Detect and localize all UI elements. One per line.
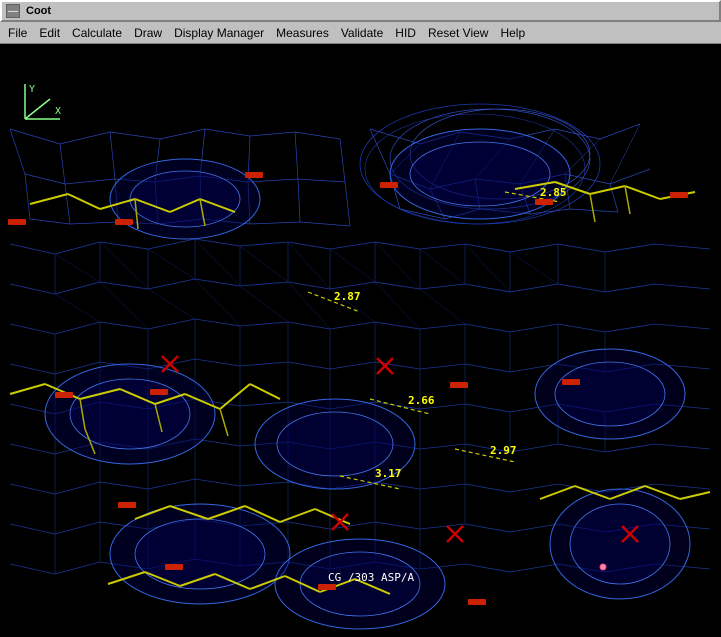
menu-bar: File Edit Calculate Draw Display Manager…	[0, 22, 721, 44]
menu-measures[interactable]: Measures	[270, 24, 335, 42]
menu-hid[interactable]: HID	[389, 24, 422, 42]
svg-text:X: X	[55, 106, 61, 117]
svg-text:2.85: 2.85	[540, 186, 567, 199]
menu-calculate[interactable]: Calculate	[66, 24, 128, 42]
svg-text:2.87: 2.87	[334, 290, 361, 303]
svg-text:2.97: 2.97	[490, 444, 517, 457]
svg-text:3.17: 3.17	[375, 467, 402, 480]
menu-validate[interactable]: Validate	[335, 24, 389, 42]
svg-text:2.66: 2.66	[408, 394, 435, 407]
mol-canvas: Y X 2.87 2.66 2.97 3.17 2.85 CG /303 ASP…	[0, 44, 721, 637]
menu-edit[interactable]: Edit	[33, 24, 66, 42]
menu-help[interactable]: Help	[494, 24, 531, 42]
window-icon[interactable]: —	[6, 4, 20, 18]
window-title: Coot	[26, 5, 51, 17]
menu-draw[interactable]: Draw	[128, 24, 168, 42]
menu-file[interactable]: File	[2, 24, 33, 42]
svg-text:CG /303 ASP/A: CG /303 ASP/A	[328, 571, 414, 584]
menu-reset-view[interactable]: Reset View	[422, 24, 494, 42]
title-bar: — Coot	[0, 0, 721, 22]
molecular-viewport[interactable]: Y X 2.87 2.66 2.97 3.17 2.85 CG /303 ASP…	[0, 44, 721, 637]
svg-text:Y: Y	[29, 84, 35, 95]
menu-display-manager[interactable]: Display Manager	[168, 24, 270, 42]
